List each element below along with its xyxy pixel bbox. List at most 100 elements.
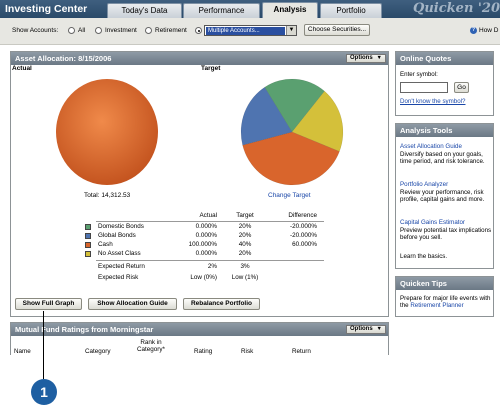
radio-all[interactable]: [68, 27, 75, 34]
retirement-planner-link[interactable]: Retirement Planner: [410, 302, 463, 309]
tab-todays-data[interactable]: Today's Data: [107, 3, 182, 18]
divider: [96, 221, 324, 222]
col-rank-in-category: Rank in Category*: [136, 339, 165, 353]
expected-return-target: 3%: [240, 263, 250, 270]
top-tab-bar: Investing Center Today's Data Performanc…: [0, 0, 500, 18]
online-quotes-header: Online Quotes: [396, 52, 493, 65]
portfolio-analyzer-desc: Review your performance, risk profile, c…: [400, 189, 485, 204]
col-name: Name: [14, 348, 31, 355]
divider: [96, 260, 324, 261]
target-pie-chart[interactable]: [240, 78, 344, 186]
chevron-down-icon: ▼: [286, 26, 296, 35]
mutual-fund-panel: Mutual Fund Ratings from Morningstar Opt…: [10, 322, 389, 355]
change-target-link[interactable]: Change Target: [268, 192, 311, 199]
tab-portfolio[interactable]: Portfolio: [320, 3, 382, 18]
quicken-tips-text: Prepare for major life events with the R…: [400, 295, 492, 310]
learn-basics-text: Learn the basics.: [400, 253, 448, 260]
rebalance-portfolio-button[interactable]: Rebalance Portfolio: [183, 298, 260, 310]
callout-number-1: 1: [31, 379, 57, 405]
expected-risk-row: Expected Risk Low (0%) Low (1%): [85, 274, 325, 283]
go-button[interactable]: Go: [454, 82, 469, 93]
show-allocation-guide-button[interactable]: Show Allocation Guide: [88, 298, 177, 310]
mutual-fund-options-button[interactable]: Options ▼: [346, 325, 386, 334]
target-chart-label: Target: [201, 65, 221, 72]
actual-value: 0.000%: [195, 223, 217, 230]
expected-risk-target: Low (1%): [231, 274, 259, 281]
actual-value: 0.000%: [195, 250, 217, 257]
difference-value: 60.000%: [292, 241, 317, 248]
radio-retirement-label: Retirement: [155, 27, 187, 34]
asset-allocation-header: Asset Allocation: 8/15/2006 Options ▼: [11, 52, 388, 65]
expected-risk-actual: Low (0%): [190, 274, 217, 281]
radio-investment-label: Investment: [105, 27, 137, 34]
expected-risk-label: Expected Risk: [98, 274, 139, 281]
col-category: Category: [85, 348, 111, 355]
capital-gains-estimator-desc: Preview potential tax implications befor…: [400, 227, 492, 242]
how-do-i-link[interactable]: How D: [479, 27, 499, 34]
col-difference: Difference: [288, 212, 317, 219]
actual-pie-chart[interactable]: [55, 78, 159, 186]
online-quotes-panel: Online Quotes Enter symbol: Go Don't kno…: [395, 51, 494, 116]
tab-analysis[interactable]: Analysis: [262, 2, 318, 18]
expected-return-actual: 2%: [207, 263, 217, 270]
analysis-tools-header: Analysis Tools: [396, 124, 493, 137]
accounts-dropdown-value: Multiple Accounts...: [206, 27, 285, 35]
asset-allocation-title: Asset Allocation: 8/15/2006: [15, 54, 112, 63]
analysis-tools-panel: Analysis Tools Asset Allocation Guide Di…: [395, 123, 494, 269]
capital-gains-estimator-link[interactable]: Capital Gains Estimator: [400, 219, 492, 226]
options-label: Options: [350, 326, 373, 332]
color-swatch: [85, 242, 91, 248]
table-header-row: Actual Target Difference: [85, 212, 325, 221]
col-rating: Rating: [194, 348, 213, 355]
choose-securities-button[interactable]: Choose Securities...: [304, 24, 370, 36]
col-return: Return: [292, 348, 311, 355]
col-target: Target: [236, 212, 254, 219]
asset-class-name: Global Bonds: [98, 232, 136, 239]
actual-value: 100.000%: [188, 241, 217, 248]
allocation-options-button[interactable]: Options ▼: [346, 54, 386, 63]
color-swatch: [85, 233, 91, 239]
asset-allocation-guide-link[interactable]: Asset Allocation Guide: [400, 143, 492, 150]
tab-performance[interactable]: Performance: [183, 3, 260, 18]
symbol-input[interactable]: [400, 82, 448, 93]
col-risk: Risk: [241, 348, 254, 355]
actual-value: 0.000%: [195, 232, 217, 239]
table-row: Domestic Bonds 0.000% 20% -20.000%: [85, 223, 325, 232]
difference-value: -20.000%: [290, 223, 317, 230]
col-actual: Actual: [199, 212, 217, 219]
asset-class-name: Domestic Bonds: [98, 223, 144, 230]
radio-investment[interactable]: [95, 27, 102, 34]
color-swatch: [85, 224, 91, 230]
actual-slice-cash: [56, 79, 158, 185]
quicken-tips-header: Quicken Tips: [396, 277, 493, 290]
asset-class-name: No Asset Class: [98, 250, 141, 257]
callout-pointer-line: [43, 311, 44, 379]
table-row: Cash 100.000% 40% 60.000%: [85, 241, 325, 250]
radio-retirement[interactable]: [145, 27, 152, 34]
difference-value: -20.000%: [290, 232, 317, 239]
radio-all-label: All: [78, 27, 86, 34]
asset-allocation-guide-desc: Diversify based on your goals, time peri…: [400, 151, 485, 166]
asset-class-name: Cash: [98, 241, 113, 248]
target-value: 20%: [238, 223, 252, 230]
chevron-down-icon: ▼: [376, 55, 382, 61]
quicken-tips-panel: Quicken Tips Prepare for major life even…: [395, 276, 494, 317]
radio-multiple[interactable]: [195, 27, 202, 34]
accounts-filter-bar: Show Accounts: All Investment Retirement…: [0, 18, 500, 45]
dont-know-symbol-link[interactable]: Don't know the symbol?: [400, 98, 492, 105]
chevron-down-icon: ▼: [376, 326, 382, 332]
actual-chart-label: Actual: [12, 65, 32, 72]
portfolio-analyzer-link[interactable]: Portfolio Analyzer: [400, 181, 492, 188]
show-full-graph-button[interactable]: Show Full Graph: [15, 298, 82, 310]
target-value: 40%: [238, 241, 252, 248]
target-value: 20%: [238, 232, 252, 239]
accounts-dropdown[interactable]: Multiple Accounts... ▼: [204, 25, 297, 36]
color-swatch: [85, 251, 91, 257]
mutual-fund-title: Mutual Fund Ratings from Morningstar: [15, 325, 154, 334]
mutual-fund-header: Mutual Fund Ratings from Morningstar Opt…: [11, 323, 388, 336]
table-row: No Asset Class 0.000% 20%: [85, 250, 325, 259]
help-icon[interactable]: ?: [470, 27, 477, 34]
portfolio-total: Total: 14,312.53: [84, 192, 131, 199]
options-label: Options: [350, 55, 373, 61]
expected-return-row: Expected Return 2% 3%: [85, 263, 325, 272]
